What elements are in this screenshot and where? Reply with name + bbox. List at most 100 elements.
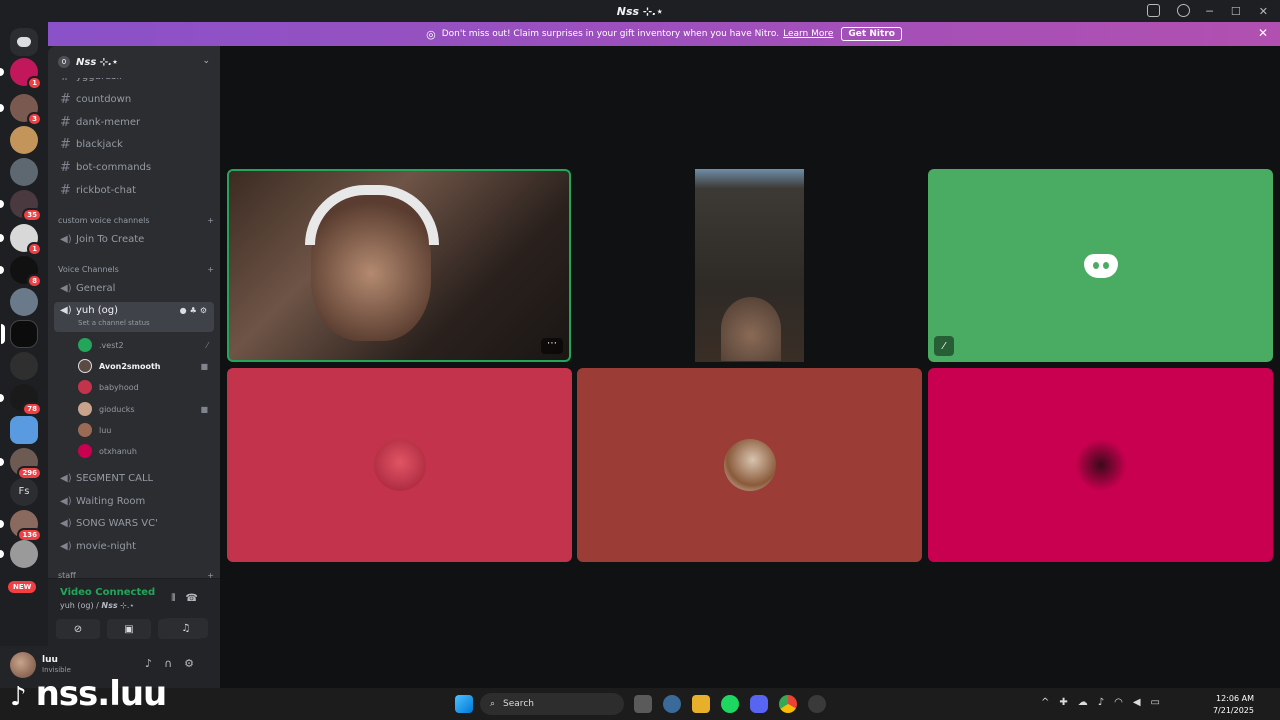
- volume-icon[interactable]: ◀: [1133, 697, 1151, 708]
- voice-status[interactable]: Video Connected: [60, 587, 155, 598]
- server-icon[interactable]: 1: [0, 58, 42, 90]
- battery-icon[interactable]: ▭: [1151, 697, 1170, 708]
- video-tile-avatar[interactable]: [928, 368, 1273, 562]
- voice-member[interactable]: gioducks ■: [78, 399, 214, 419]
- server-icon[interactable]: [10, 126, 38, 154]
- user-name: luu: [42, 655, 58, 665]
- server-icon[interactable]: 3: [0, 94, 42, 126]
- noise-suppression-icon[interactable]: ⦀: [171, 593, 185, 604]
- server-icon[interactable]: [0, 540, 38, 568]
- channel-actions: ●♣⚙: [180, 306, 210, 315]
- voice-actions: ⦀☎: [171, 593, 208, 604]
- plus-icon[interactable]: +: [207, 571, 214, 578]
- microphone-icon[interactable]: ♪: [145, 657, 164, 670]
- guild-header[interactable]: 0 𝙉𝙨𝙨 ⊹.⋆ ⌄: [48, 46, 220, 78]
- speaker-icon: ◀): [60, 517, 72, 529]
- screen-share-button[interactable]: ▣: [107, 619, 151, 639]
- chrome-icon[interactable]: [779, 695, 797, 713]
- channel-status[interactable]: Set a channel status: [78, 319, 150, 327]
- server-icon[interactable]: 78: [0, 384, 42, 416]
- channel-segment-call[interactable]: ◀) SEGMENT CALL: [54, 468, 214, 488]
- chevron-up-icon[interactable]: ^: [1041, 697, 1059, 708]
- channel-yuh-og[interactable]: ◀) yuh (og) Set a channel status ●♣⚙: [54, 302, 214, 332]
- close-icon[interactable]: ✕: [1258, 26, 1268, 40]
- soundboard-button[interactable]: ♫: [164, 618, 208, 638]
- channel-blackjack[interactable]: # blackjack: [54, 134, 214, 154]
- voice-member[interactable]: Avon2smooth ■: [78, 356, 214, 376]
- channel-dank-memer[interactable]: # dank-memer: [54, 112, 214, 132]
- camera-icon: ■: [200, 361, 208, 371]
- clock[interactable]: 12:06 AM 7/21/2025: [1213, 693, 1254, 717]
- cloud-icon[interactable]: ☁: [1078, 697, 1098, 708]
- invite-icon[interactable]: ♣: [190, 306, 200, 315]
- discord-app-icon[interactable]: [750, 695, 768, 713]
- minimize-icon[interactable]: ─: [1206, 5, 1213, 18]
- tray-app-icon[interactable]: ✚: [1059, 697, 1077, 708]
- hash-icon: #: [60, 136, 71, 152]
- channel-rickbot-chat[interactable]: # rickbot-chat: [54, 180, 214, 200]
- server-icon[interactable]: 8: [0, 256, 42, 288]
- server-icon[interactable]: 296: [0, 448, 42, 480]
- category-custom-voice[interactable]: custom voice channels +: [58, 216, 214, 225]
- gear-icon[interactable]: ⚙: [200, 306, 210, 315]
- title-bar: 𝙉𝙨𝙨 ⊹.⋆ ─ ☐ ✕: [0, 0, 1280, 22]
- channel-bot-commands[interactable]: # bot-commands: [54, 157, 214, 177]
- voice-member[interactable]: babyhood: [78, 377, 214, 397]
- windows-start-icon[interactable]: [455, 695, 473, 713]
- wifi-icon[interactable]: ◠: [1114, 697, 1133, 708]
- video-tile-avatar[interactable]: [577, 368, 922, 562]
- more-options-icon[interactable]: ⋯: [541, 338, 563, 354]
- maximize-icon[interactable]: ☐: [1231, 5, 1241, 18]
- plus-icon[interactable]: +: [207, 265, 214, 274]
- voice-member[interactable]: .vest2 ⁄: [78, 335, 214, 355]
- help-icon[interactable]: [1177, 4, 1190, 17]
- app-icon[interactable]: [808, 695, 826, 713]
- camera-off-button[interactable]: ⊘: [56, 619, 100, 639]
- server-icon[interactable]: 136: [0, 510, 42, 542]
- server-icon[interactable]: [10, 288, 38, 316]
- server-icon[interactable]: 1: [0, 224, 42, 256]
- voice-member[interactable]: luu: [78, 420, 214, 440]
- channel-song-wars[interactable]: ◀) SONG WARS VC': [54, 513, 214, 533]
- taskbar-search[interactable]: ⌕ Search: [480, 693, 624, 715]
- learn-more-link[interactable]: Learn More: [783, 29, 833, 39]
- channel-general[interactable]: ◀) General: [54, 278, 214, 298]
- channel-countdown[interactable]: # countdown: [54, 89, 214, 109]
- server-icon[interactable]: 35: [0, 190, 42, 222]
- server-list: 1 3 35 1 8 78 296 Fs 136 NEW: [0, 22, 48, 688]
- server-icon[interactable]: [10, 158, 38, 186]
- server-icon-fs[interactable]: Fs: [10, 478, 38, 506]
- video-tile-camera[interactable]: [695, 169, 804, 362]
- window-title: 𝙉𝙨𝙨 ⊹.⋆: [616, 4, 664, 18]
- avatar: [1074, 439, 1127, 491]
- category-voice-channels[interactable]: Voice Channels +: [58, 265, 214, 274]
- chat-icon[interactable]: ●: [180, 306, 190, 315]
- discord-home-icon[interactable]: [10, 28, 38, 56]
- category-staff[interactable]: staff +: [58, 571, 214, 578]
- server-icon[interactable]: [10, 416, 38, 444]
- inbox-icon[interactable]: [1147, 4, 1160, 17]
- server-icon-active[interactable]: [1, 320, 38, 348]
- new-badge: NEW: [8, 581, 37, 593]
- spotify-icon[interactable]: [721, 695, 739, 713]
- channel-movie-night[interactable]: ◀) movie-night: [54, 536, 214, 556]
- get-nitro-button[interactable]: Get Nitro: [841, 27, 902, 41]
- file-explorer-icon[interactable]: [692, 695, 710, 713]
- gear-icon[interactable]: ⚙: [184, 657, 206, 670]
- voice-member[interactable]: otxhanuh: [78, 441, 214, 461]
- channel-waiting-room[interactable]: ◀) Waiting Room: [54, 491, 214, 511]
- chevron-down-icon[interactable]: ⌄: [202, 56, 210, 66]
- video-tile-avatar[interactable]: ⁄: [928, 169, 1273, 362]
- mic-icon[interactable]: ♪: [1098, 697, 1114, 708]
- task-view-icon[interactable]: [634, 695, 652, 713]
- server-icon[interactable]: [10, 352, 38, 380]
- settings-app-icon[interactable]: [663, 695, 681, 713]
- video-tile-avatar[interactable]: [227, 368, 572, 562]
- video-tile-camera[interactable]: ⋯: [227, 169, 571, 362]
- headphones-icon[interactable]: ∩: [164, 657, 184, 670]
- channel-join-to-create[interactable]: ◀) Join To Create: [54, 229, 214, 249]
- plus-icon[interactable]: +: [207, 216, 214, 225]
- disconnect-icon[interactable]: ☎: [186, 593, 208, 604]
- close-window-icon[interactable]: ✕: [1259, 5, 1268, 18]
- voice-location[interactable]: yuh (og) / 𝙉𝙨𝙨 ⊹.⋆: [60, 601, 134, 610]
